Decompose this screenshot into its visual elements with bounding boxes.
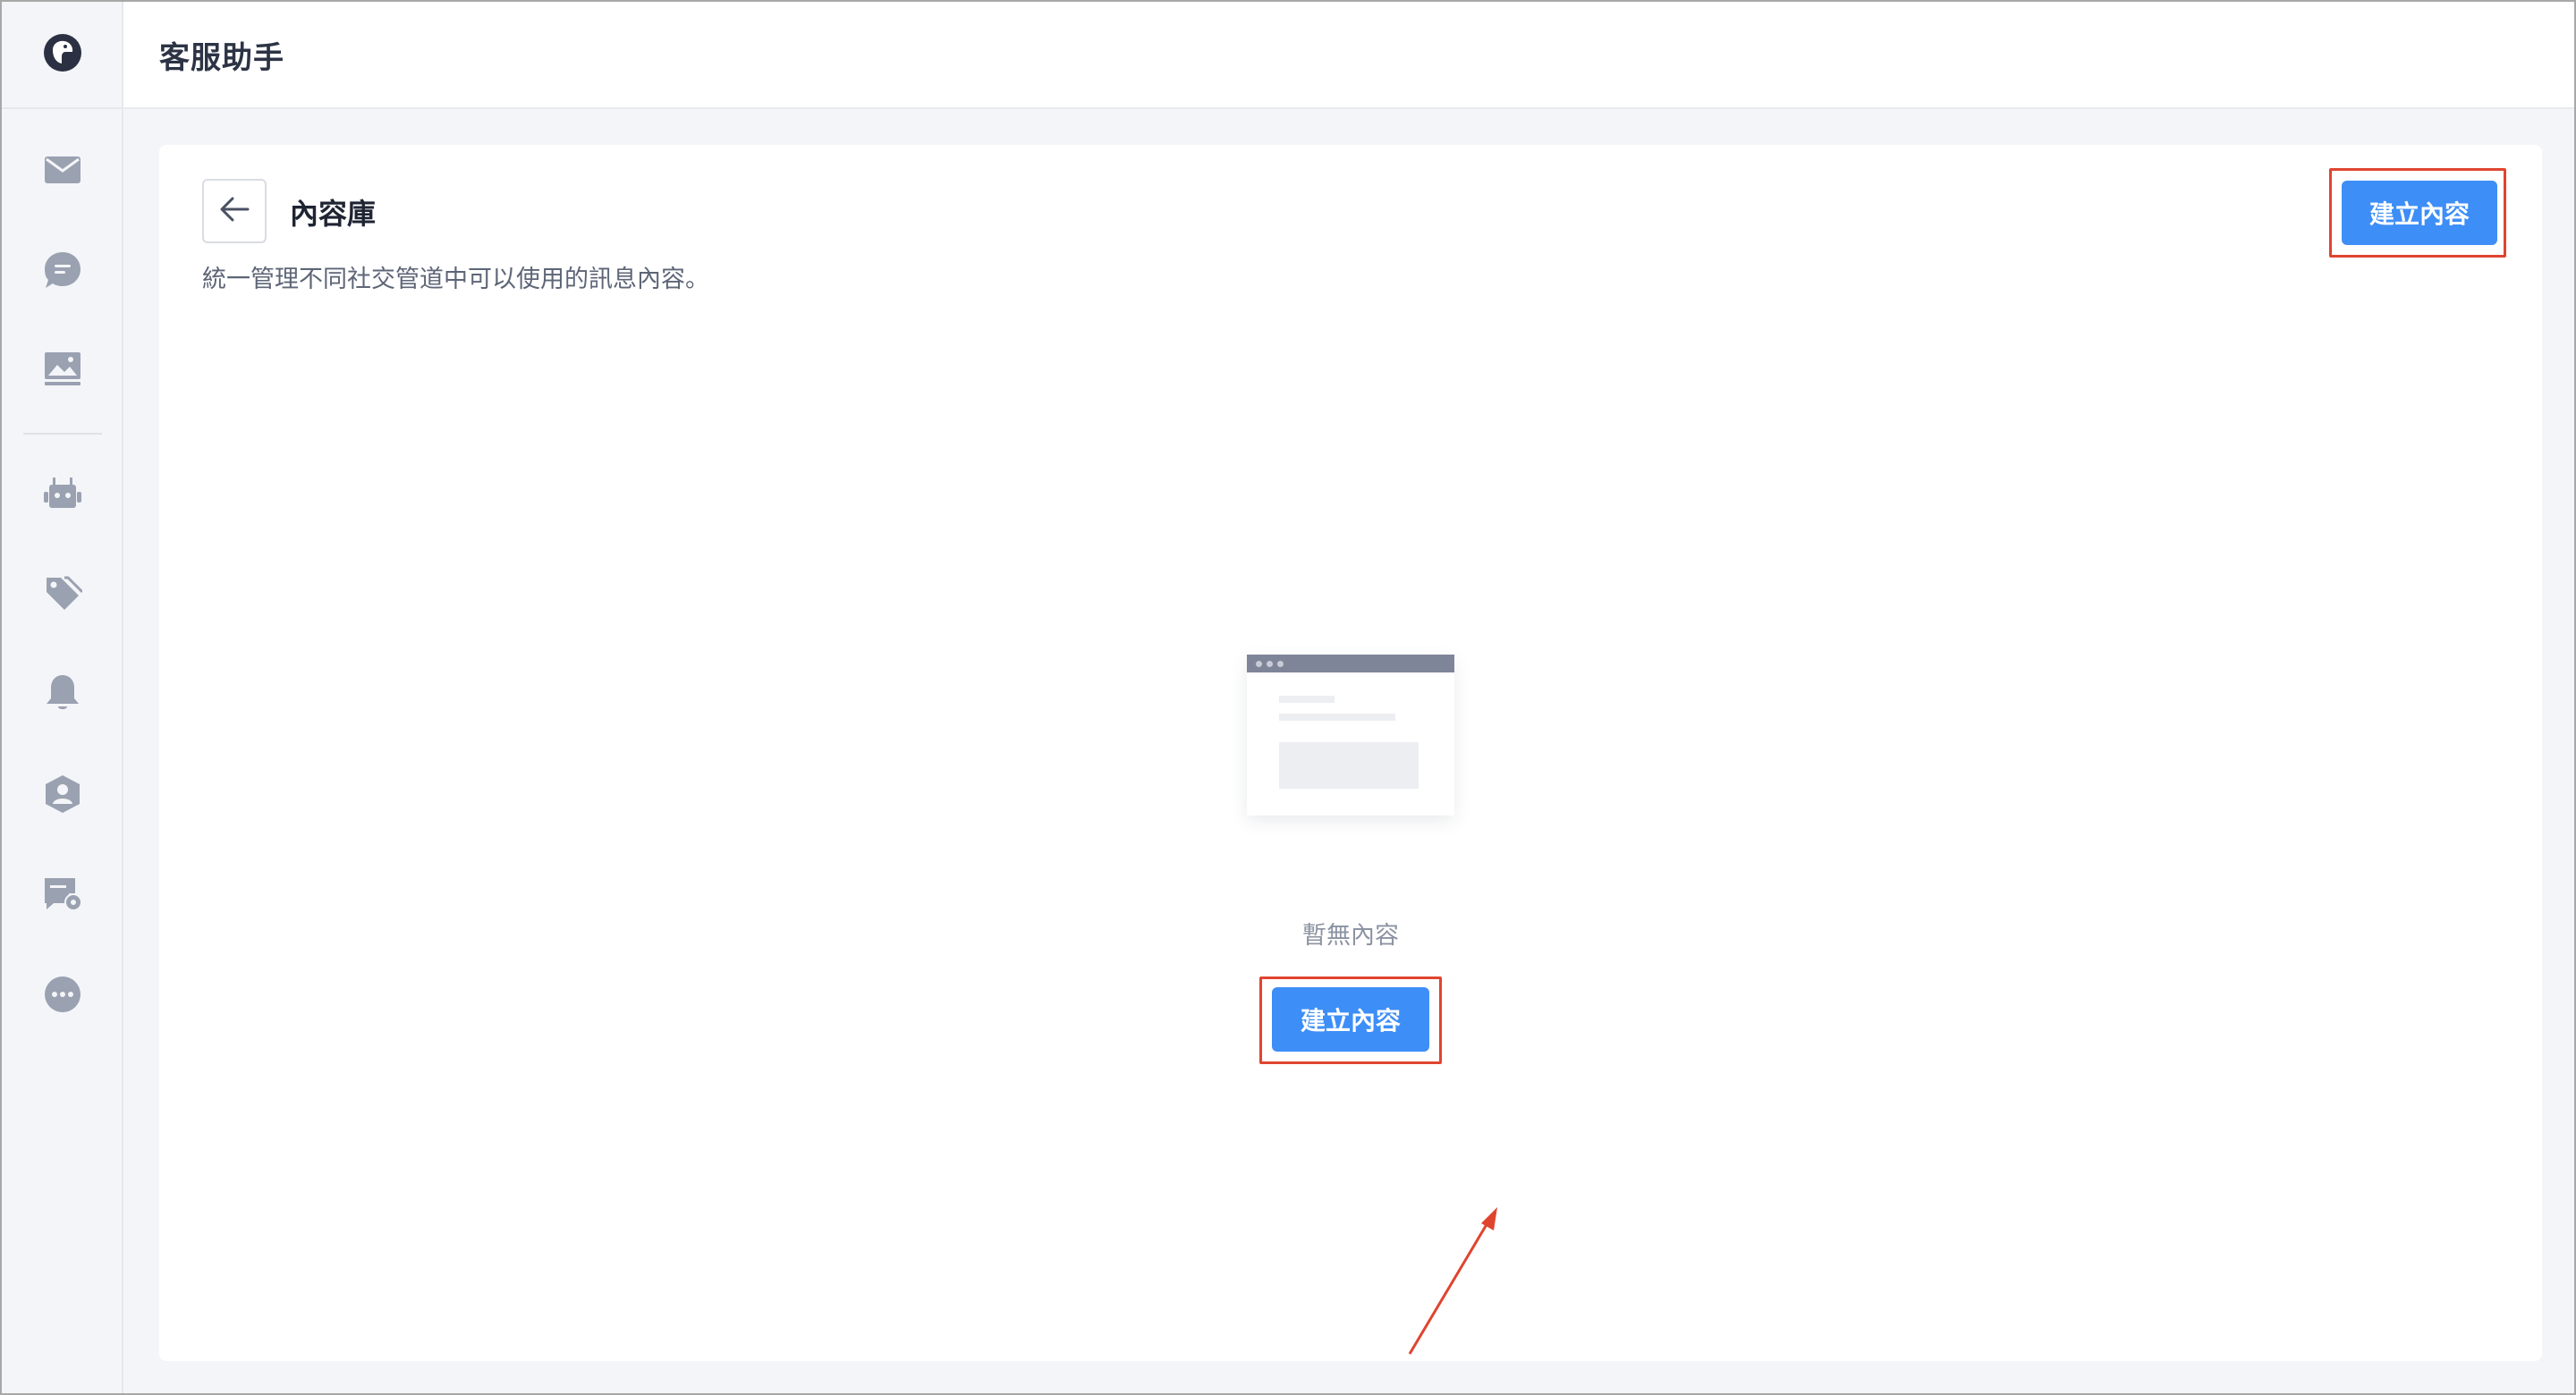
sidebar-item-tags[interactable] <box>36 569 89 622</box>
top-bar: 客服助手 <box>123 2 2574 109</box>
illustration-dot <box>1267 661 1273 667</box>
empty-state-illustration <box>1247 655 1454 816</box>
chat-bubble-icon <box>43 250 82 293</box>
illustration-dot <box>1277 661 1284 667</box>
sidebar-item-more[interactable] <box>36 969 89 1023</box>
bot-icon <box>42 476 83 515</box>
back-button[interactable] <box>202 179 267 243</box>
tags-icon <box>43 574 84 617</box>
sidebar-item-chat-settings[interactable] <box>36 869 89 923</box>
page-title: 內容庫 <box>290 197 377 231</box>
illustration-dot <box>1256 661 1262 667</box>
app-logo-icon[interactable] <box>42 32 83 77</box>
user-shield-icon <box>43 774 82 818</box>
logo-cell <box>2 2 123 109</box>
illustration-line <box>1279 714 1395 721</box>
empty-state-create-button[interactable]: 建立內容 <box>1272 987 1429 1052</box>
bell-icon <box>45 672 80 716</box>
more-icon <box>43 975 82 1018</box>
app-title: 客服助手 <box>159 39 284 76</box>
sidebar-item-notifications[interactable] <box>36 667 89 721</box>
sidebar-item-content-library[interactable] <box>36 343 89 397</box>
empty-state-message: 暫無內容 <box>1302 922 1399 950</box>
sidebar-item-chat[interactable] <box>36 245 89 299</box>
sidebar-item-bot[interactable] <box>36 469 89 522</box>
create-content-button[interactable]: 建立內容 <box>2342 181 2497 245</box>
content-library-panel: 內容庫 統一管理不同社交管道中可以使用的訊息內容。 建立內容 暫無內容 建立內容 <box>159 145 2542 1361</box>
illustration-line <box>1279 696 1335 703</box>
chat-settings-icon <box>42 875 83 917</box>
sidebar-item-inbox[interactable] <box>36 145 89 199</box>
arrow-left-icon <box>219 196 250 226</box>
sidebar <box>2 2 123 1393</box>
annotation-arrow-icon <box>1408 1207 1497 1355</box>
image-gallery-icon <box>43 351 82 390</box>
envelope-icon <box>44 156 81 188</box>
sidebar-divider <box>23 433 102 435</box>
illustration-block <box>1279 742 1419 789</box>
sidebar-item-user-management[interactable] <box>36 769 89 823</box>
page-description: 統一管理不同社交管道中可以使用的訊息內容。 <box>202 266 709 293</box>
app-window: 客服助手 內容庫 統一管理不同社交管道中可以使用的訊息內容。 建立內容 暫無內容 <box>0 0 2576 1395</box>
